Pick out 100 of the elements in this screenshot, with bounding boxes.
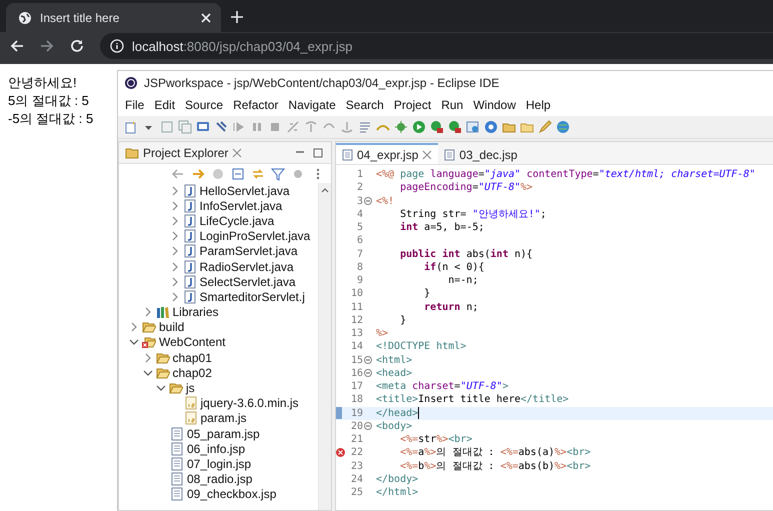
folder-icon: [142, 320, 156, 334]
tree-item[interactable]: WebContent: [119, 334, 318, 350]
chevron-icon: [170, 200, 180, 211]
line-number: 24: [350, 474, 363, 485]
line-number: 20: [350, 420, 363, 432]
java-file-icon: [182, 184, 196, 198]
run-icon[interactable]: [412, 120, 426, 134]
new-tab-icon[interactable]: [231, 11, 243, 23]
url-host: localhost: [132, 38, 184, 54]
address-bar[interactable]: localhost:8080/jsp/chap03/04_expr.jsp: [100, 33, 773, 59]
chevron-icon: [170, 276, 180, 287]
menu-item[interactable]: Run: [436, 98, 468, 112]
tree-item[interactable]: RadioServlet.java: [119, 258, 318, 274]
tree-item[interactable]: 05_param.jsp: [119, 426, 318, 442]
code-line: <title>Insert title here</title>: [376, 393, 569, 406]
menu-item[interactable]: Navigate: [283, 98, 341, 112]
line-number: 13: [350, 328, 363, 340]
globe-icon[interactable]: [556, 120, 570, 134]
tree-item[interactable]: 09_checkbox.jsp: [119, 486, 318, 502]
menu-item[interactable]: Search: [340, 98, 389, 112]
code-line: </body>: [376, 472, 418, 486]
code-line: <head>: [376, 366, 412, 380]
scrollbar[interactable]: [318, 183, 331, 510]
back-icon[interactable]: [10, 39, 24, 53]
folder-error-icon: [142, 335, 156, 350]
filter-icon[interactable]: [271, 166, 285, 180]
code-line: }: [423, 287, 430, 300]
tree-item[interactable]: SmarteditorServlet.j: [119, 289, 318, 304]
save-all-icon[interactable]: [178, 120, 192, 134]
stop-icon[interactable]: [268, 120, 282, 134]
tree-item[interactable]: 08_radio.jsp: [119, 472, 318, 487]
eclipse-logo-icon: [124, 76, 138, 90]
new-file-icon[interactable]: [124, 120, 138, 134]
tree-item[interactable]: SelectServlet.java: [119, 274, 318, 290]
collapse-all-icon[interactable]: [231, 166, 245, 180]
books-icon: [156, 305, 170, 320]
editor-tab[interactable]: 04_expr.jsp: [336, 143, 438, 164]
tree-item[interactable]: 07_login.jsp: [119, 456, 318, 472]
tree-item[interactable]: InfoServlet.java: [119, 198, 318, 214]
forward-icon[interactable]: [40, 39, 54, 53]
list-icon[interactable]: [358, 120, 372, 134]
reload-icon[interactable]: [70, 39, 84, 53]
code-line: pageEncoding="UTF-8"%>: [399, 181, 533, 194]
link-icon[interactable]: [251, 166, 265, 180]
forward-arrow-icon[interactable]: [191, 166, 205, 180]
menu-item[interactable]: Source: [180, 98, 228, 112]
pencil-icon[interactable]: [538, 120, 552, 134]
tab-title: Insert title here: [40, 10, 120, 24]
close-icon[interactable]: [201, 12, 211, 22]
chevron-icon: [170, 262, 180, 272]
tree-item[interactable]: 06_info.jsp: [119, 441, 318, 456]
line-number: 22: [350, 447, 363, 458]
maximize-icon[interactable]: [311, 146, 325, 160]
code-line: return n;: [423, 300, 478, 314]
bug-icon[interactable]: [394, 120, 408, 134]
tree-item[interactable]: LifeCycle.java: [119, 213, 318, 229]
close-icon: [422, 150, 432, 160]
code-line: <%@ page language="java" contentType="text/html; charset=UTF-8": [376, 168, 756, 182]
resume-icon[interactable]: [232, 120, 246, 134]
tree-item[interactable]: jquery-3.6.0.min.js: [119, 396, 318, 411]
browser-tab[interactable]: Insert title here: [6, 3, 221, 32]
run-external-icon[interactable]: [448, 120, 462, 134]
run-server-icon[interactable]: [430, 120, 444, 134]
chevron-icon: [170, 186, 180, 196]
code-line: <%=a%>의 절대값 : <%=abs(a)%><br>: [399, 446, 591, 460]
menu-item[interactable]: Edit: [149, 98, 180, 112]
java-file-icon: [182, 260, 196, 274]
new-server-icon[interactable]: [466, 120, 480, 134]
document-icon: [170, 456, 184, 471]
info-icon: [110, 39, 124, 53]
line-number: 15: [350, 354, 363, 366]
tree-item[interactable]: Libraries: [119, 304, 318, 320]
code-line: <%=str%><br>: [399, 433, 472, 446]
document-icon: [444, 148, 456, 160]
back-arrow-icon[interactable]: [171, 166, 185, 180]
menu-item[interactable]: Help: [520, 98, 556, 112]
pause-icon[interactable]: [250, 120, 264, 134]
menu-item[interactable]: Refactor: [228, 98, 284, 112]
tree-item[interactable]: LoginProServlet.java: [119, 228, 318, 244]
folder-icon: [156, 366, 170, 380]
menu-item[interactable]: Window: [468, 98, 521, 112]
chevron-icon: [142, 307, 152, 318]
tree-item[interactable]: chap02: [119, 365, 318, 380]
menu-item[interactable]: File: [120, 98, 150, 112]
line-number: 3: [356, 196, 363, 207]
scroll-up-icon[interactable]: [321, 187, 329, 193]
console-icon[interactable]: [196, 120, 210, 134]
tree-item[interactable]: js: [119, 380, 318, 396]
code-line: int a=5, b=-5;: [399, 221, 484, 234]
tree-item[interactable]: build: [119, 320, 318, 335]
line-number: 21: [350, 434, 363, 446]
collapse-icon: [364, 356, 372, 364]
line-number: 8: [356, 262, 363, 273]
tree-item[interactable]: chap01: [119, 350, 318, 366]
menu-item[interactable]: Project: [388, 98, 436, 112]
tree-item[interactable]: param.js: [119, 410, 318, 426]
line-number: 12: [350, 314, 363, 326]
tree-item[interactable]: HelloServlet.java: [119, 183, 318, 198]
tree-item[interactable]: ParamServlet.java: [119, 244, 318, 259]
line-number: 19: [350, 408, 363, 419]
